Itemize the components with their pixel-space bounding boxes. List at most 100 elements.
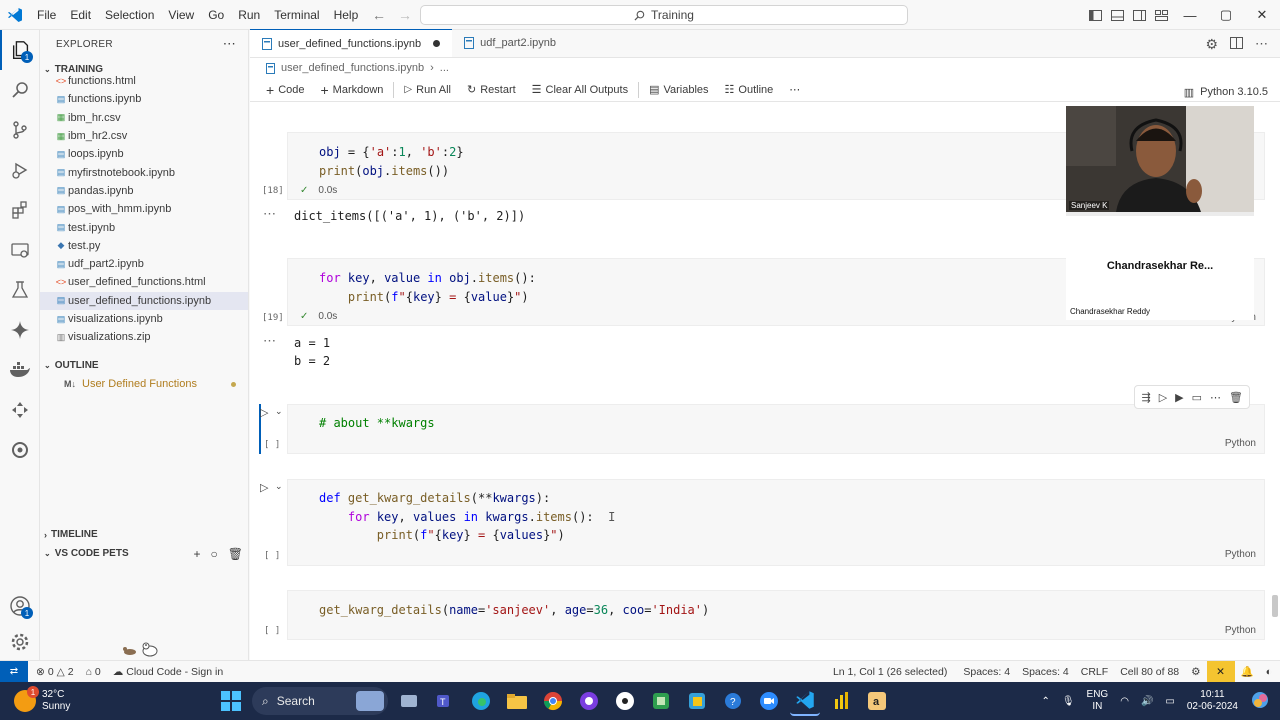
file-item-pos-with-hmm-ipynb[interactable]: ▤ pos_with_hmm.ipynb <box>40 200 248 218</box>
file-item-user-defined-functions-ipynb[interactable]: ▤ user_defined_functions.ipynb <box>40 291 248 310</box>
clear-outputs-button[interactable]: ☰ Clear All Outputs <box>524 83 636 97</box>
file-item-functions-ipynb[interactable]: ▤ functions.ipynb <box>40 90 248 108</box>
zoom-icon[interactable] <box>754 686 784 716</box>
cell-20-language[interactable]: Python <box>1225 438 1256 449</box>
split-editor-icon[interactable] <box>1230 36 1243 52</box>
accounts-icon[interactable]: 1 <box>0 586 40 626</box>
cloud-code-signin[interactable]: ☁ Cloud Code - Sign in <box>107 666 229 678</box>
output-more-icon[interactable]: ⋯ <box>263 206 276 222</box>
cell-22-code[interactable]: get_kwarg_details(name='sanjeev', age=36… <box>319 601 709 620</box>
customize-layout-icon[interactable] <box>1150 0 1172 30</box>
menu-help[interactable]: Help <box>327 0 366 30</box>
code-cell-22[interactable]: get_kwarg_details(name='sanjeev', age=36… <box>287 590 1265 640</box>
battery-icon[interactable]: ▭ <box>1165 696 1174 707</box>
cell-19-code[interactable]: for key, value in obj.items(): print(f"{… <box>319 269 536 306</box>
run-cell-icon[interactable]: ▷ <box>260 481 268 494</box>
teams-icon[interactable]: T <box>430 686 460 716</box>
taskbar-search[interactable]: ⌕ Search <box>252 687 388 715</box>
minimize-button[interactable]: — <box>1172 0 1208 30</box>
source-control-icon[interactable] <box>0 110 40 150</box>
kubernetes-icon[interactable] <box>0 390 40 430</box>
kernel-picker[interactable]: ▥ Python 3.10.5 <box>1184 80 1268 104</box>
photos-icon[interactable] <box>682 686 712 716</box>
accounts-status-icon[interactable]: ◐ <box>1260 666 1280 678</box>
menu-view[interactable]: View <box>161 0 201 30</box>
edge-icon[interactable] <box>466 686 496 716</box>
file-item-test-ipynb[interactable]: ▤ test.ipynb <box>40 218 248 236</box>
weather-widget[interactable]: 1 32°C Sunny <box>0 686 200 713</box>
task-view-icon[interactable] <box>394 686 424 716</box>
cell-21-language[interactable]: Python <box>1225 549 1256 560</box>
toggle-sidebar-icon[interactable] <box>1084 0 1106 30</box>
back-arrow-icon[interactable]: ← <box>372 7 386 23</box>
manage-gear-icon[interactable] <box>0 622 40 662</box>
cell-20-code[interactable]: # about **kwargs <box>319 414 435 433</box>
file-item-udf-part2-ipynb[interactable]: ▤ udf_part2.ipynb <box>40 255 248 273</box>
run-all-button[interactable]: ▷ Run All <box>396 84 459 96</box>
timeline-section-header[interactable]: › TIMELINE <box>40 525 249 544</box>
outline-section-header[interactable]: ⌄ OUTLINE <box>40 356 248 374</box>
tab-user-defined-functions[interactable]: user_defined_functions.ipynb <box>250 29 453 57</box>
microphone-icon[interactable]: 🎙 <box>1062 696 1075 707</box>
help-app-icon[interactable]: ? <box>718 686 748 716</box>
cell-18-code[interactable]: obj = {'a':1, 'b':2} print(obj.items()) <box>319 143 464 180</box>
outline-item-user-defined-functions[interactable]: M↓ User Defined Functions <box>40 374 248 394</box>
maximize-button[interactable]: ▢ <box>1208 0 1244 30</box>
split-cell-icon[interactable]: ▭ <box>1192 391 1202 404</box>
amazon-icon[interactable]: a <box>862 686 892 716</box>
extension-highlight-icon[interactable]: ✕ <box>1206 660 1235 683</box>
chrome-icon[interactable] <box>538 686 568 716</box>
input-language[interactable]: ENG IN <box>1087 689 1109 713</box>
cell-expand-chevron-icon[interactable]: ⌄ <box>275 406 283 417</box>
run-by-line-icon[interactable]: ⇶ <box>1141 391 1150 404</box>
file-item-ibm-hr-csv[interactable]: ▦ ibm_hr.csv <box>40 109 248 127</box>
remote-window-icon[interactable]: ⇄ <box>0 660 28 683</box>
menu-file[interactable]: File <box>30 0 63 30</box>
breadcrumb-rest[interactable]: ... <box>440 62 449 74</box>
cell-21-code[interactable]: def get_kwarg_details(**kwargs): for key… <box>319 489 615 545</box>
windows-start-icon[interactable] <box>216 686 246 716</box>
output-more-icon[interactable]: ⋯ <box>263 333 276 349</box>
tab-udf-part2[interactable]: udf_part2.ipynb <box>452 29 568 57</box>
more-actions-icon[interactable]: ⋯ <box>1255 36 1268 52</box>
file-item-loops-ipynb[interactable]: ▤ loops.ipynb <box>40 145 248 163</box>
delete-cell-icon[interactable]: 🗑 <box>1229 391 1243 404</box>
gitlens-icon[interactable] <box>0 430 40 470</box>
restart-button[interactable]: ↻ Restart <box>459 83 524 97</box>
vscode-taskbar-icon[interactable] <box>790 686 820 716</box>
gemini-sparkle-icon[interactable] <box>0 310 40 350</box>
add-code-cell-button[interactable]: + Code <box>258 82 312 98</box>
copilot-icon[interactable]: ⚙ <box>1185 666 1206 678</box>
tray-chevron-icon[interactable]: ⌃ <box>1041 696 1049 707</box>
indentation-spaces[interactable]: Spaces: 4 <box>953 666 1016 678</box>
close-window-button[interactable]: ✕ <box>1244 0 1280 30</box>
remote-explorer-icon[interactable] <box>0 230 40 270</box>
menu-edit[interactable]: Edit <box>63 0 98 30</box>
github-icon[interactable] <box>574 686 604 716</box>
extensions-icon[interactable] <box>0 190 40 230</box>
file-item-test-py[interactable]: ◆ test.py <box>40 237 248 255</box>
ports-indicator[interactable]: ⌂ 0 <box>80 666 107 678</box>
file-explorer-icon[interactable] <box>502 686 532 716</box>
cell-22-language[interactable]: Python <box>1225 625 1256 636</box>
copilot-taskbar-icon[interactable] <box>1250 690 1270 713</box>
cell-expand-chevron-icon[interactable]: ⌄ <box>275 481 283 492</box>
variables-button[interactable]: ▤ Variables <box>641 83 716 97</box>
search-view-icon[interactable] <box>0 70 40 110</box>
code-cell-20[interactable]: # about **kwargs Python <box>287 404 1265 454</box>
forward-arrow-icon[interactable]: → <box>398 7 412 23</box>
delete-pet-icon[interactable]: 🗑 <box>228 547 243 561</box>
cell-more-icon[interactable]: ⋯ <box>1210 391 1221 404</box>
file-item-visualizations-zip[interactable]: ▥ visualizations.zip <box>40 328 248 346</box>
throw-ball-icon[interactable]: ○ <box>211 547 218 561</box>
excel-like-icon[interactable] <box>646 686 676 716</box>
breadcrumb-file[interactable]: user_defined_functions.ipynb <box>281 62 424 74</box>
testing-icon[interactable] <box>0 270 40 310</box>
add-pet-icon[interactable]: + <box>194 547 201 561</box>
cursor-position[interactable]: Ln 1, Col 1 (26 selected) <box>827 666 953 678</box>
explorer-icon[interactable]: 1 <box>0 30 40 70</box>
toolbar-more-icon[interactable]: ⋯ <box>781 83 808 96</box>
run-debug-icon[interactable] <box>0 150 40 190</box>
file-item-functions-html[interactable]: <> functions.html <box>40 72 248 90</box>
file-item-ibm-hr2-csv[interactable]: ▦ ibm_hr2.csv <box>40 127 248 145</box>
